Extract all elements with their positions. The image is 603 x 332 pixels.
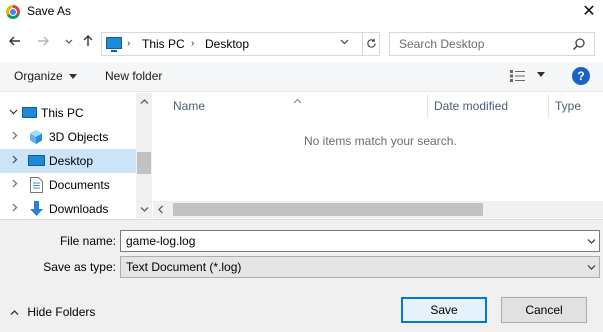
chrome-logo-icon [6,5,20,19]
new-folder-button[interactable]: New folder [105,69,162,83]
column-divider[interactable] [548,94,549,118]
filename-label: File name: [59,234,116,248]
organize-button[interactable]: Organize [14,69,78,83]
desktop-icon [28,155,45,166]
column-header-date-modified[interactable]: Date modified [434,99,508,113]
refresh-icon [367,38,376,48]
chevron-down-icon[interactable] [9,107,18,119]
tree-item-this-pc[interactable]: This PC [0,101,136,125]
tree-label: This PC [41,106,84,120]
search-placeholder: Search Desktop [399,37,485,51]
tree-label: Downloads [49,202,109,216]
chevron-right-icon[interactable] [10,155,19,167]
search-icon[interactable] [572,37,586,51]
view-options-icon[interactable] [510,70,526,82]
title-bar [0,0,603,24]
view-dropdown-icon[interactable] [537,70,545,80]
scrollbar-thumb[interactable] [137,152,151,174]
chevron-up-icon [10,310,19,316]
save-as-type-label: Save as type: [43,260,116,274]
computer-icon [22,107,37,118]
chevron-down-icon [65,39,73,44]
breadcrumb-separator-icon[interactable]: › [191,38,194,49]
hide-folders-button[interactable]: Hide Folders [10,305,95,319]
save-as-type-dropdown-icon[interactable] [587,263,596,273]
breadcrumb-desktop[interactable]: Desktop [205,37,249,51]
help-button[interactable]: ? [572,67,590,85]
tree-item-documents[interactable]: Documents [0,173,136,197]
chevron-right-icon[interactable] [10,179,19,191]
save-as-type-value[interactable]: Text Document (*.log) [126,260,241,274]
forward-button[interactable] [34,34,52,52]
scroll-down-icon[interactable] [140,205,149,215]
refresh-button[interactable] [362,32,380,56]
breadcrumb-this-pc[interactable]: This PC [142,37,185,51]
documents-icon [30,177,43,196]
tree-label: Desktop [49,154,94,168]
column-header-name[interactable]: Name [173,99,205,113]
3d-objects-icon [28,129,44,148]
address-dropdown-icon[interactable] [340,37,349,48]
cancel-button[interactable]: Cancel [501,297,587,323]
recent-locations-button[interactable] [60,34,78,52]
organize-label: Organize [14,69,63,83]
filename-dropdown-icon[interactable] [587,237,596,247]
caret-down-icon [69,74,78,79]
tree-item-desktop[interactable]: Desktop [0,149,136,173]
chevron-right-icon[interactable] [10,203,19,215]
scrollbar-thumb[interactable] [173,203,483,216]
scroll-up-icon[interactable] [140,97,149,107]
save-button[interactable]: Save [401,297,487,323]
tree-item-downloads[interactable]: Downloads [0,197,136,221]
window-title: Save As [27,4,72,18]
column-header-type[interactable]: Type [555,99,581,113]
breadcrumb-separator-icon[interactable]: › [127,38,130,49]
arrow-left-icon [9,36,20,46]
filename-value[interactable]: game-log.log [126,234,195,248]
arrow-up-icon [83,35,93,46]
file-list-pane [153,93,603,218]
scroll-left-icon[interactable] [157,205,164,216]
hide-folders-label: Hide Folders [27,305,96,319]
computer-icon [106,37,122,52]
sort-ascending-icon [293,93,302,107]
back-button[interactable] [6,34,24,52]
empty-message: No items match your search. [304,134,457,148]
column-divider[interactable] [427,94,428,118]
tree-label: Documents [49,178,110,192]
downloads-icon [29,201,44,220]
close-icon[interactable]: ✕ [578,1,600,23]
arrow-right-icon [38,36,49,46]
tree-item-3d-objects[interactable]: 3D Objects [0,125,136,149]
tree-label: 3D Objects [49,130,109,144]
up-button[interactable] [79,34,97,52]
chevron-right-icon[interactable] [10,131,19,143]
